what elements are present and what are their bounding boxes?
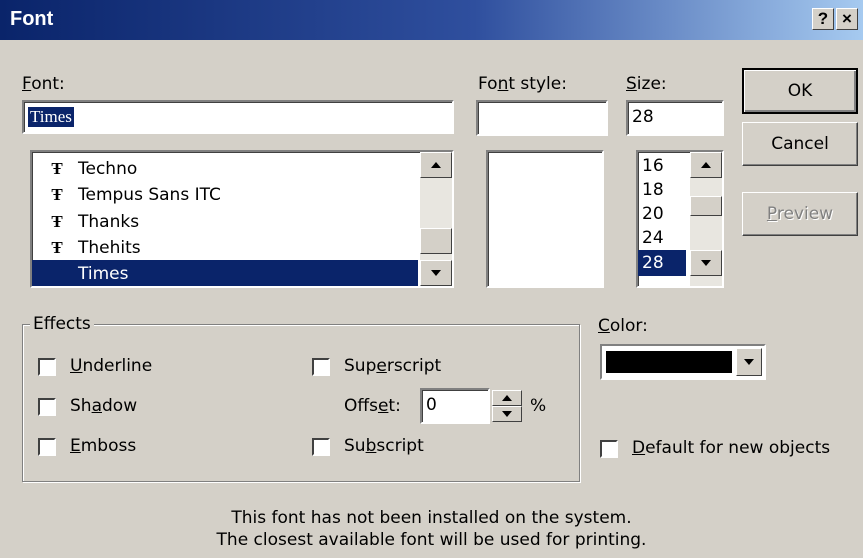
offset-unit: %	[530, 396, 547, 416]
arrow-up-icon	[431, 162, 441, 168]
underline-checkbox[interactable]	[38, 358, 56, 376]
offset-input[interactable]: 0	[420, 388, 490, 424]
scroll-thumb[interactable]	[420, 228, 452, 254]
scroll-up-button[interactable]	[690, 152, 722, 178]
font-warning-line1: This font has not been installed on the …	[231, 508, 632, 528]
color-select[interactable]	[600, 344, 766, 380]
dialog-title: Font	[10, 8, 54, 30]
subscript-checkbox[interactable]	[312, 438, 330, 456]
list-item[interactable]: Ŧ Techno	[32, 155, 418, 182]
scroll-down-button[interactable]	[690, 250, 722, 276]
title-bar: Font ? ×	[0, 0, 863, 40]
truetype-icon: Ŧ	[51, 238, 63, 257]
close-button[interactable]: ×	[836, 8, 858, 30]
size-list[interactable]: 16 18 20 24 28	[636, 150, 724, 288]
underline-label: Underline	[70, 356, 153, 376]
cancel-button[interactable]: Cancel	[742, 122, 858, 166]
offset-label: Offset:	[344, 396, 401, 416]
list-item[interactable]: Ŧ Tempus Sans ITC	[32, 181, 418, 208]
shadow-checkbox[interactable]	[38, 398, 56, 416]
effects-title: Effects	[30, 314, 94, 334]
size-input[interactable]: 28	[626, 100, 724, 136]
size-label: Size:	[626, 74, 667, 94]
preview-button[interactable]: Preview	[742, 192, 858, 236]
font-name-input[interactable]: Times	[22, 100, 454, 134]
truetype-icon: Ŧ	[51, 212, 63, 231]
help-button[interactable]: ?	[812, 8, 834, 30]
scroll-down-button[interactable]	[420, 260, 452, 286]
offset-down-button[interactable]	[492, 406, 522, 422]
ok-button[interactable]: OK	[742, 68, 858, 114]
list-item-selected[interactable]: 28	[638, 250, 686, 276]
arrow-up-icon	[701, 162, 711, 168]
default-new-objects-label: Default for new objects	[632, 438, 831, 458]
chevron-down-icon	[744, 359, 754, 365]
arrow-up-icon	[502, 395, 512, 401]
truetype-icon: Ŧ	[51, 185, 63, 204]
list-item[interactable]: 24	[642, 226, 686, 250]
truetype-icon: Ŧ	[51, 264, 63, 283]
list-item-selected[interactable]: Ŧ Times	[32, 260, 418, 286]
size-list-scrollbar[interactable]	[690, 152, 722, 286]
arrow-down-icon	[701, 260, 711, 266]
default-new-objects-checkbox[interactable]	[600, 440, 618, 458]
color-dropdown-button[interactable]	[736, 348, 762, 376]
font-label: Font:	[22, 74, 65, 94]
list-item[interactable]: 16	[642, 154, 686, 178]
subscript-label: Subscript	[344, 436, 424, 456]
font-dialog: Font: Times Ŧ Techno Ŧ Tempus Sans ITC Ŧ Th…	[0, 40, 863, 558]
list-item[interactable]: Ŧ Thanks	[32, 208, 418, 235]
emboss-checkbox[interactable]	[38, 438, 56, 456]
color-label: Color:	[598, 316, 648, 336]
scroll-thumb[interactable]	[690, 196, 722, 216]
offset-up-button[interactable]	[492, 390, 522, 406]
scroll-up-button[interactable]	[420, 152, 452, 178]
font-name-value: Times	[28, 107, 74, 127]
shadow-label: Shadow	[70, 396, 138, 416]
superscript-label: Superscript	[344, 356, 442, 376]
list-item[interactable]: 18	[642, 178, 686, 202]
color-swatch	[606, 351, 732, 373]
truetype-icon: Ŧ	[51, 159, 63, 178]
superscript-checkbox[interactable]	[312, 358, 330, 376]
emboss-label: Emboss	[70, 436, 137, 456]
font-style-list[interactable]	[486, 150, 604, 288]
font-warning-line2: The closest available font will be used …	[216, 530, 647, 550]
font-list[interactable]: Ŧ Techno Ŧ Tempus Sans ITC Ŧ Thanks Ŧ Thehit…	[30, 150, 454, 288]
font-style-input[interactable]	[476, 100, 608, 136]
font-list-scrollbar[interactable]	[420, 152, 452, 286]
arrow-down-icon	[502, 411, 512, 417]
list-item[interactable]: Ŧ Thehits	[32, 234, 418, 261]
arrow-down-icon	[431, 270, 441, 276]
font-style-label: Font style:	[478, 74, 567, 94]
list-item[interactable]: 20	[642, 202, 686, 226]
